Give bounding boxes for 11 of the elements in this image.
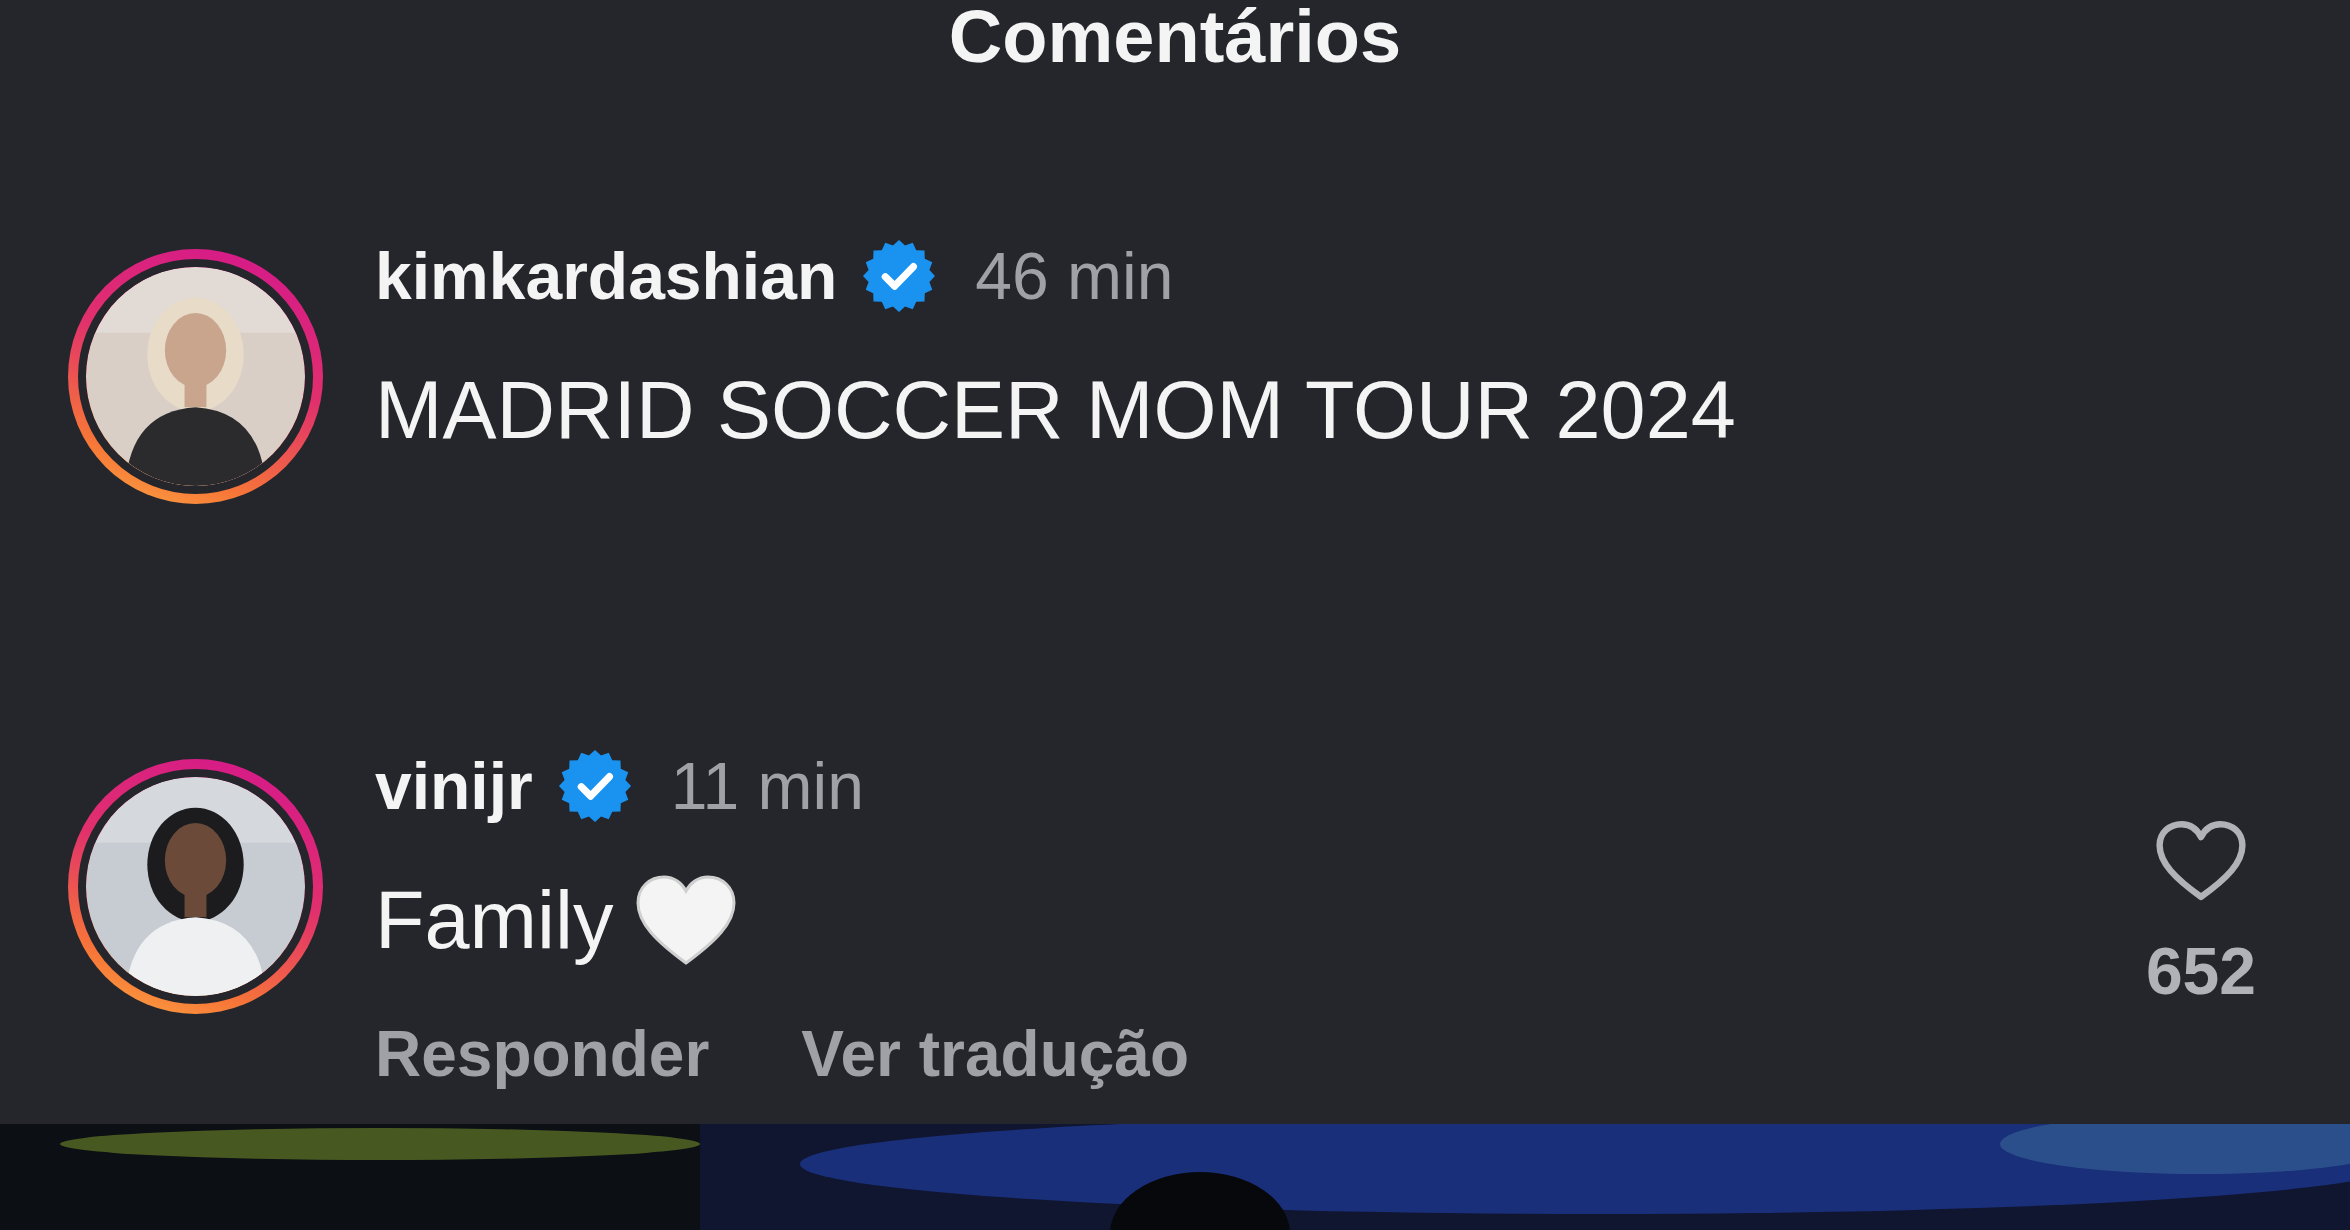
comment-action-link[interactable]: Ver tradução (801, 1017, 1189, 1091)
username[interactable]: kimkardashian (375, 238, 838, 314)
like-count: 652 (2145, 933, 2256, 1009)
like-heart-icon[interactable] (2154, 819, 2247, 903)
comment-text: MADRID SOCCER MOM TOUR 2024 (375, 363, 1736, 457)
comment-text: Family (375, 873, 614, 967)
comment-time: 11 min (670, 748, 864, 824)
comment-action-link[interactable]: Responder (375, 1017, 710, 1091)
comment-time: 46 min (975, 238, 1174, 314)
username[interactable]: vinijr (375, 748, 533, 824)
comments-title: Comentários (948, 0, 1402, 74)
